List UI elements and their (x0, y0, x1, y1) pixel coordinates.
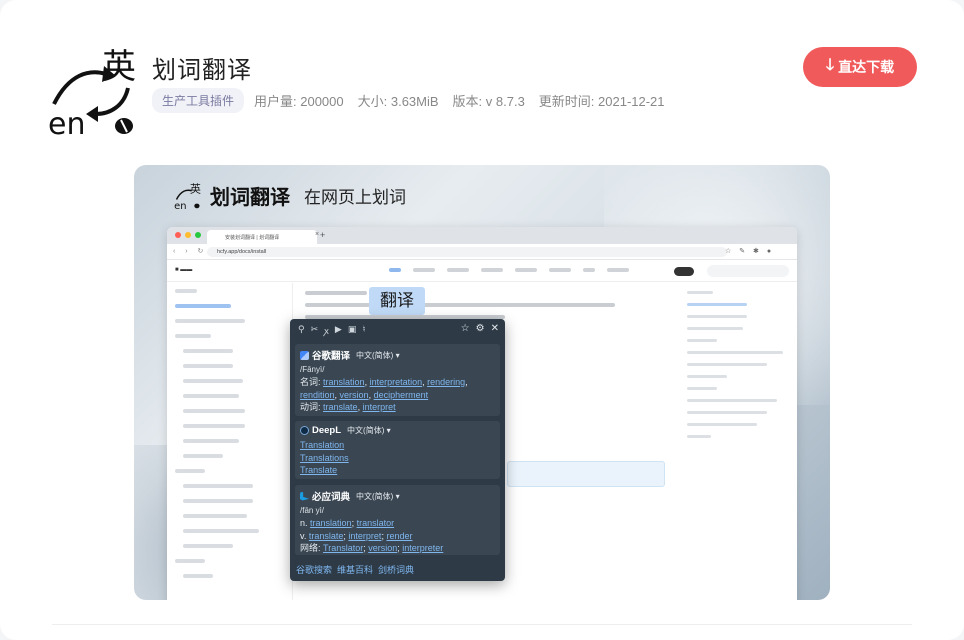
site-search-box (707, 265, 789, 277)
preview-tagline: 在网页上划词 (304, 188, 406, 207)
selected-text: 翻译 (369, 287, 425, 315)
download-arrow-icon: 🡓 (825, 56, 835, 74)
update-time: 更新时间: 2021-12-21 (538, 94, 665, 109)
google-translate-panel: 谷歌翻译 中文(简体) ▾ /Fānyì/ 名词: translation, i… (295, 344, 500, 416)
theme-toggle-icon (674, 267, 694, 276)
image-icon: ▣ (347, 324, 357, 334)
new-tab-icon: + (320, 230, 326, 240)
bing-dictionary-panel: 必应词典 中文(简体) ▾ /fān yì/ n. translation; t… (295, 485, 500, 555)
svg-text:英: 英 (190, 182, 201, 196)
app-title: 划词翻译 (152, 57, 252, 84)
address-bar: ‹ › ↻ hcfy.app/docs/install ☆ ✎ ✱ ● (167, 244, 797, 260)
preview-header: 英 en 划词翻译 在网页上划词 (172, 181, 406, 210)
file-size: 大小: 3.63MiB (357, 94, 439, 109)
bing-icon (300, 491, 309, 501)
download-label: 直达下载 (838, 59, 895, 75)
browser-tools-icon: ☆ ✎ ✱ ● (725, 248, 775, 255)
close-dot-icon (175, 232, 181, 238)
url-field: hcfy.app/docs/install (207, 247, 727, 257)
user-count: 用户量: 200000 (254, 94, 344, 109)
tab-close-icon: × (315, 231, 320, 238)
content-note-box (507, 461, 665, 487)
extension-card: 英 en 划词翻译 生产工具插件 用户量: 200000 大小: 3.63MiB… (0, 0, 964, 640)
popup-actions: ☆ ⚙ ✕ (461, 323, 499, 334)
site-logo-icon: ■ ▬▬ (175, 267, 193, 273)
nav-buttons-icon: ‹ › ↻ (173, 248, 208, 255)
google-translate-icon (300, 350, 309, 360)
video-icon: ▶ (334, 324, 342, 334)
star-icon: ☆ (460, 323, 470, 334)
mic-icon: ♮ (362, 324, 366, 334)
translate-icon: ꭗ (324, 326, 329, 336)
gear-icon: ⚙ (475, 323, 485, 334)
app-meta: 生产工具插件 用户量: 200000 大小: 3.63MiB 版本: v 8.7… (152, 88, 679, 113)
preview-logo-icon: 英 en (174, 182, 201, 210)
minimize-dot-icon (185, 232, 191, 238)
deepl-panel: DeepL 中文(简体) ▾ Translation Translations … (295, 421, 500, 479)
site-navbar: ■ ▬▬ (167, 260, 797, 282)
download-button[interactable]: 🡓 直达下载 (803, 47, 917, 87)
app-logo-icon: 英 en (48, 47, 136, 140)
svg-text:en: en (48, 107, 85, 140)
scissors-icon: ✂ (310, 324, 319, 334)
svg-text:英: 英 (102, 47, 136, 87)
pin-icon: ⚲ (298, 324, 305, 334)
category-badge[interactable]: 生产工具插件 (152, 88, 245, 113)
svg-text:en: en (174, 200, 186, 209)
popup-toolbar: ⚲ ✂ ꭗ ▶ ▣ ♮ (298, 324, 366, 337)
version: 版本: v 8.7.3 (452, 94, 525, 109)
docs-toc (687, 291, 787, 447)
maximize-dot-icon (195, 232, 201, 238)
close-icon: ✕ (490, 323, 499, 334)
browser-tabbar: 安装划词翻译 | 划词翻译 × + (167, 227, 797, 244)
browser-tab: 安装划词翻译 | 划词翻译 (207, 230, 317, 244)
deepl-icon (300, 426, 309, 435)
popup-footer-links: 谷歌搜索 维基百科 剑桥词典 (296, 565, 415, 575)
docs-sidebar (167, 283, 293, 600)
translation-popup: ⚲ ✂ ꭗ ▶ ▣ ♮ ☆ ⚙ ✕ 谷歌翻译 中文(简体) ▾ /Fānyì/ (290, 319, 505, 581)
preview-name: 划词翻译 (210, 187, 290, 209)
site-nav-links (389, 268, 629, 272)
preview-screenshot[interactable]: 英 en 划词翻译 在网页上划词 安装划词翻译 | 划词翻译 × + ‹ › ↻… (134, 165, 830, 600)
